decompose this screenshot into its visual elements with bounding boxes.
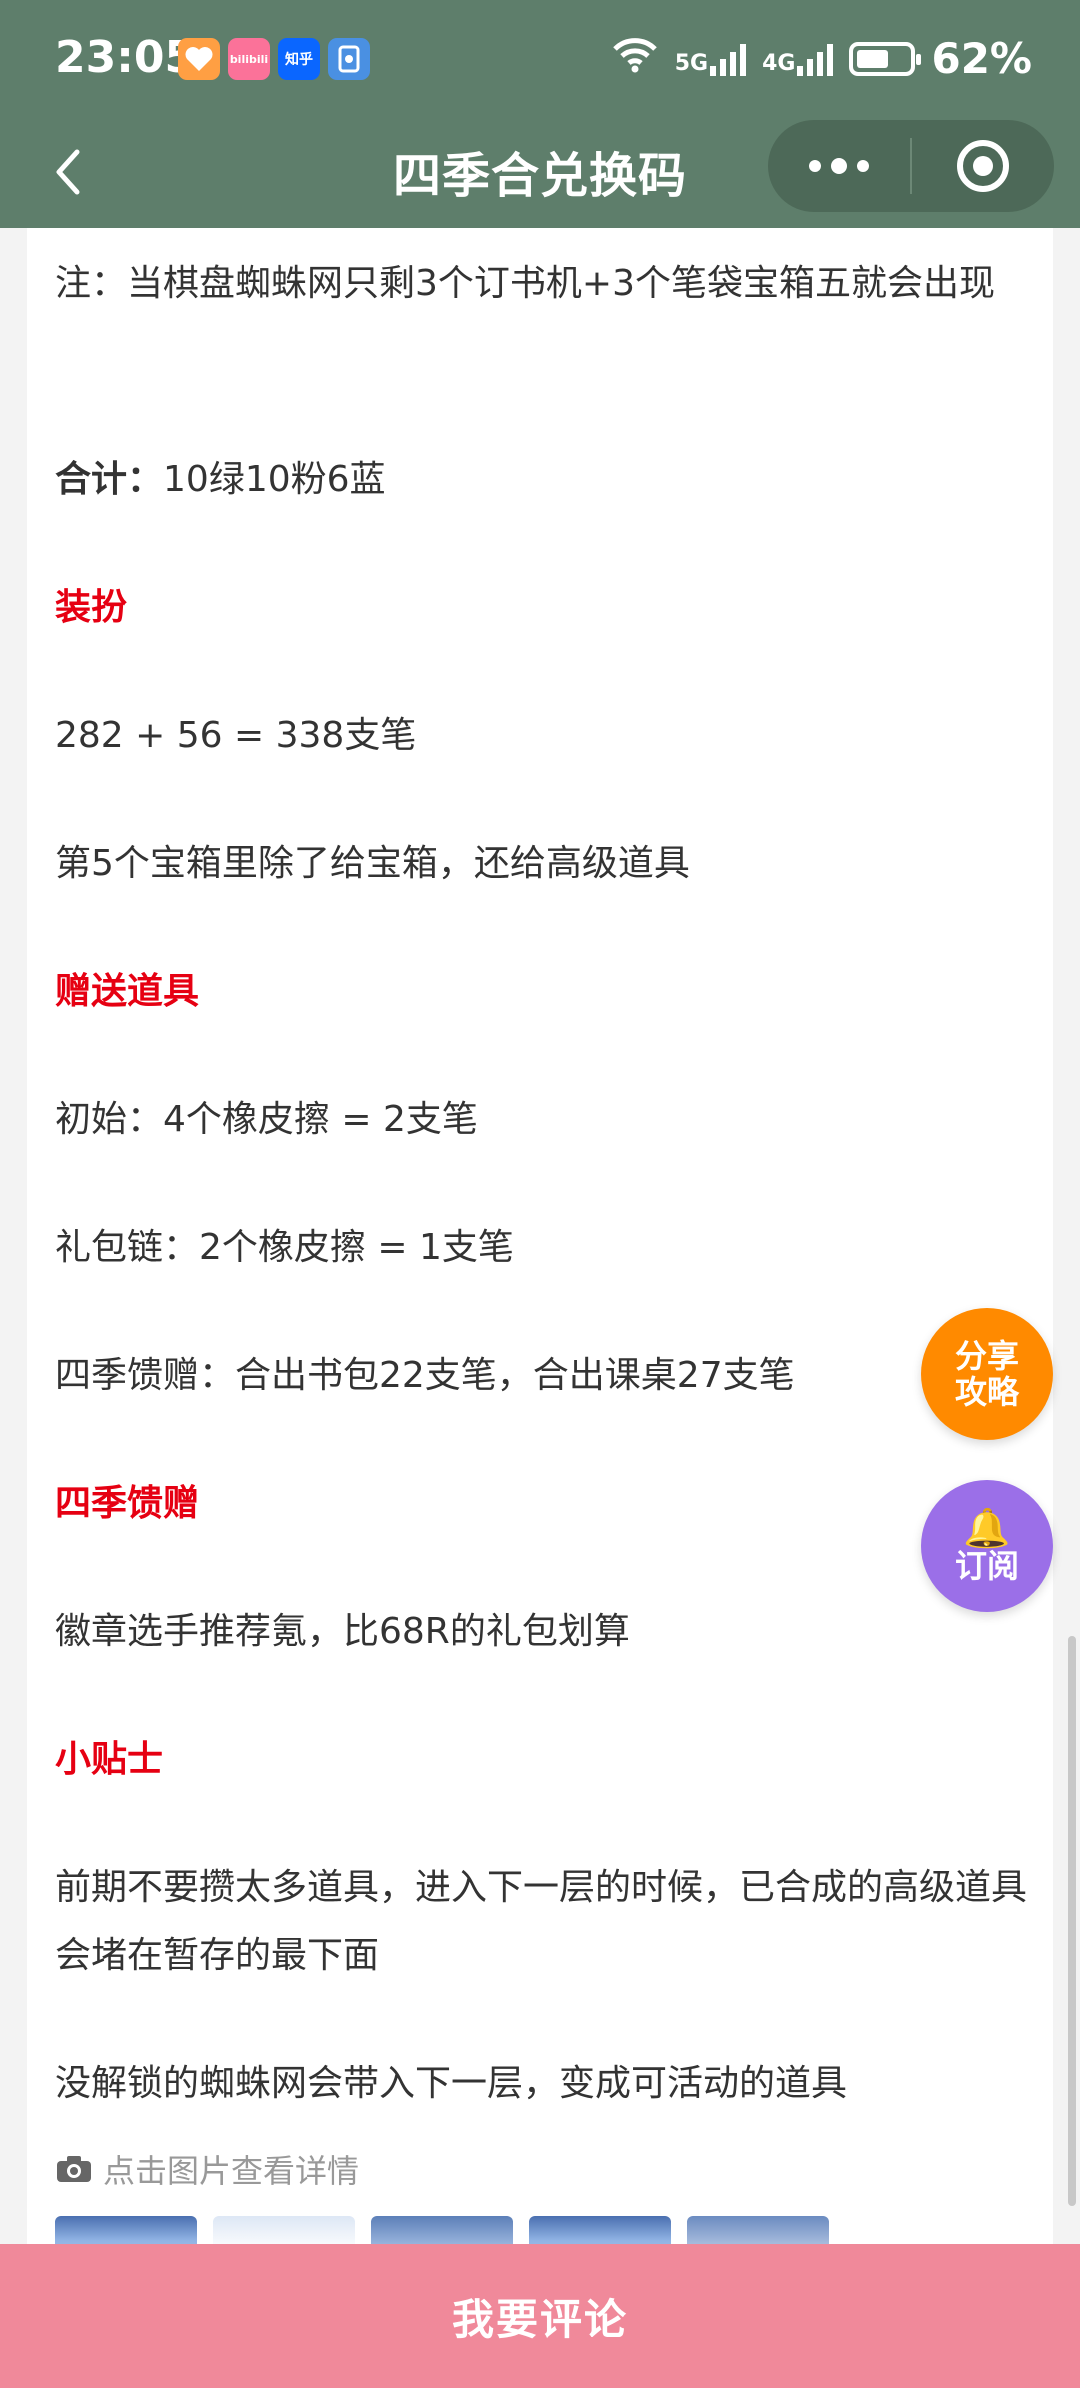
more-button[interactable] xyxy=(768,120,910,212)
battery-icon xyxy=(849,41,922,76)
gift-chain-paragraph: 礼包链：2个橡皮擦 = 1支笔 xyxy=(55,1227,514,1268)
signal-4g-label: 4G xyxy=(762,50,796,76)
signal-4g-icon: 4G xyxy=(762,42,834,76)
section-heading-season: 四季馈赠 xyxy=(55,1483,200,1524)
chest-note-paragraph: 第5个宝箱里除了给宝箱，还给高级道具 xyxy=(55,843,690,884)
section-heading-outfit: 装扮 xyxy=(55,587,128,628)
top-bar: 23:05 bilibili 知乎 5G 4G 62% 四季合兑换码 xyxy=(0,0,1080,228)
share-label-line2: 攻略 xyxy=(954,1373,1019,1411)
season-paragraph: 徽章选手推荐氪，比68R的礼包划算 xyxy=(55,1611,630,1652)
more-dot-icon xyxy=(809,160,821,172)
total-paragraph: 合计：10绿10粉6蓝 xyxy=(55,446,1045,514)
status-bar: 23:05 bilibili 知乎 5G 4G 62% xyxy=(0,0,1080,120)
tip-paragraph-2: 没解锁的蜘蛛网会带入下一层，变成可活动的道具 xyxy=(55,2063,848,2104)
gallery-thumbnail[interactable] xyxy=(529,2216,671,2244)
scrollbar[interactable] xyxy=(1068,1636,1076,2206)
subscribe-button[interactable]: 🔔 订阅 xyxy=(921,1480,1053,1612)
zhihu-icon: 知乎 xyxy=(278,38,320,80)
notification-icons: bilibili 知乎 xyxy=(178,38,370,80)
nav-bar: 四季合兑换码 xyxy=(0,120,1080,228)
bilibili-icon: bilibili xyxy=(228,38,270,80)
total-value: 10绿10粉6蓝 xyxy=(163,459,386,500)
close-button[interactable] xyxy=(912,120,1054,212)
status-time: 23:05 xyxy=(55,32,196,83)
section-heading-gift: 赠送道具 xyxy=(55,971,200,1012)
battery-fill xyxy=(857,49,889,68)
wifi-icon xyxy=(611,34,659,83)
comment-button-label: 我要评论 xyxy=(451,2294,628,2344)
more-dot-icon xyxy=(831,158,847,174)
gallery-thumbnail[interactable] xyxy=(213,2216,355,2244)
more-dot-icon xyxy=(857,160,869,172)
outfit-calc-paragraph: 282 + 56 = 338支笔 xyxy=(55,715,417,756)
subscribe-label: 订阅 xyxy=(954,1547,1019,1585)
section-heading-tips: 小贴士 xyxy=(55,1739,164,1780)
share-strategy-button[interactable]: 分享 攻略 xyxy=(921,1308,1053,1440)
image-gallery xyxy=(55,2216,829,2244)
share-label-line1: 分享 xyxy=(954,1337,1019,1375)
gift-season-paragraph: 四季馈赠：合出书包22支笔，合出课桌27支笔 xyxy=(55,1355,795,1396)
comment-bar[interactable]: 我要评论 xyxy=(0,2244,1080,2388)
bell-icon: 🔔 xyxy=(963,1506,1011,1550)
close-target-icon xyxy=(957,140,1009,192)
signal-5g-label: 5G xyxy=(674,50,709,76)
signal-5g-icon: 5G xyxy=(674,42,747,76)
miniprogram-capsule xyxy=(768,120,1054,212)
total-label: 合计： xyxy=(55,459,164,500)
photo-hint-label: 点击图片查看详情 xyxy=(103,2152,360,2190)
phone-icon xyxy=(328,38,370,80)
photo-hint[interactable]: 点击图片查看详情 xyxy=(55,2146,359,2192)
gallery-thumbnail[interactable] xyxy=(55,2216,197,2244)
battery-percent: 62% xyxy=(931,34,1032,83)
tip-paragraph-1: 前期不要攒太多道具，进入下一层的时候，已合成的高级道具会堵在暂存的最下面 xyxy=(55,1867,1028,1976)
like-icon xyxy=(178,38,220,80)
status-indicators: 5G 4G 62% xyxy=(611,34,1032,83)
article-content: 注：当棋盘蜘蛛网只剩3个订书机+3个笔袋宝箱五就会出现 合计：10绿10粉6蓝 … xyxy=(27,228,1053,2244)
note-paragraph: 注：当棋盘蜘蛛网只剩3个订书机+3个笔袋宝箱五就会出现 xyxy=(55,263,995,304)
gallery-thumbnail[interactable] xyxy=(687,2216,829,2244)
camera-icon xyxy=(57,2156,91,2182)
gallery-thumbnail[interactable] xyxy=(371,2216,513,2244)
gift-initial-paragraph: 初始：4个橡皮擦 = 2支笔 xyxy=(55,1099,478,1140)
